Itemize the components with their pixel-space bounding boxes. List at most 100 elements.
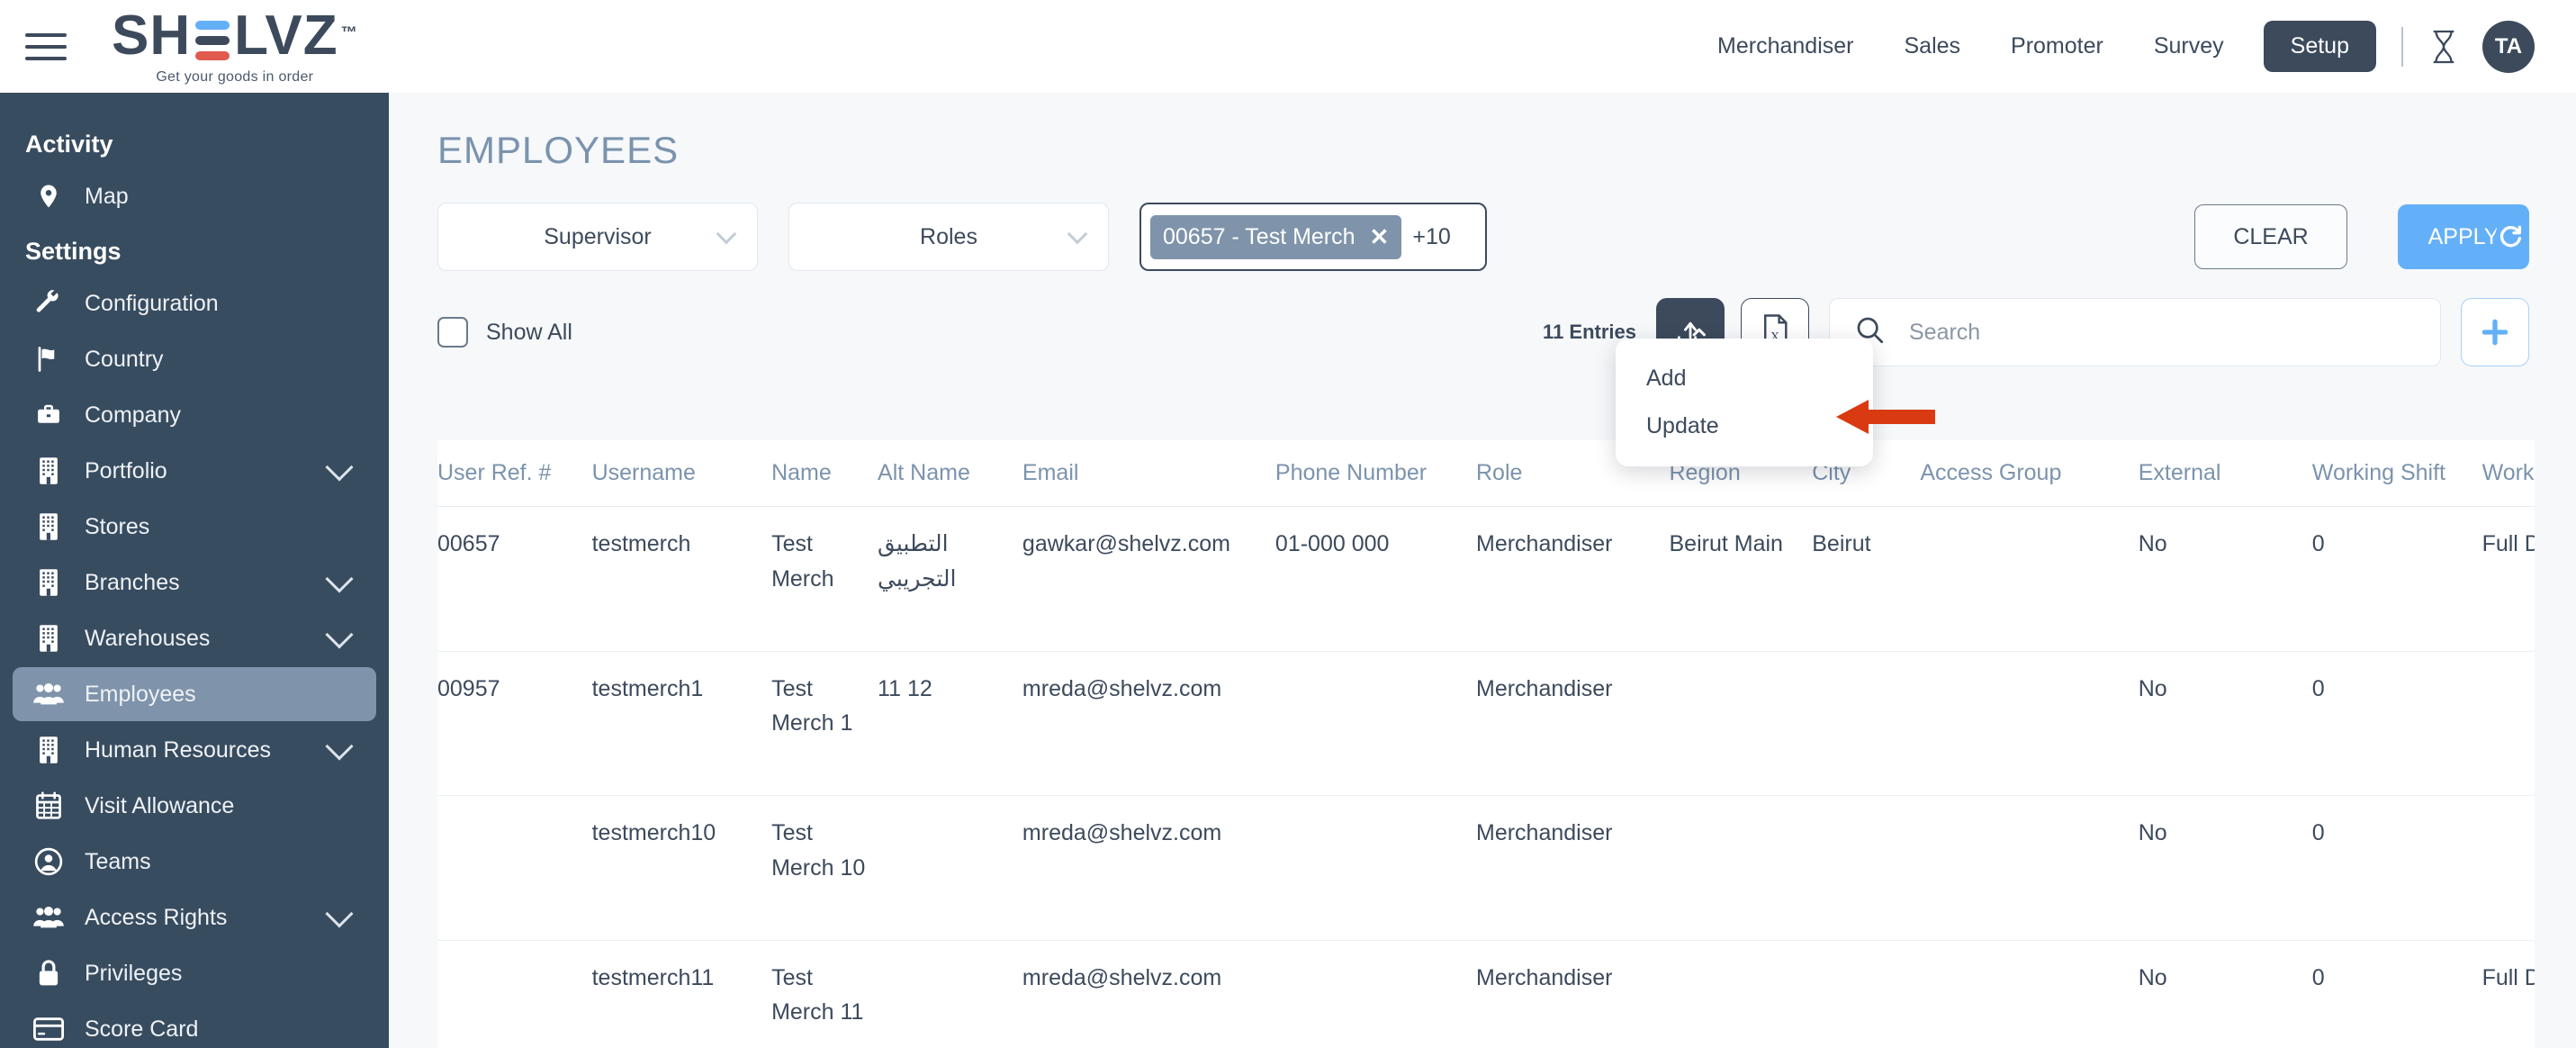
cell-phone: 01-000 000 [1275,507,1476,652]
column-header[interactable]: Working Shift [2312,440,2482,507]
sidebar-item-country[interactable]: Country [13,332,376,386]
column-header[interactable]: Email [1022,440,1275,507]
cell-shift [2482,651,2535,796]
table-row[interactable]: 00657testmerchTest Merchالتطبيق التجريبي… [437,507,2535,652]
sidebar-item-label: Human Resources [85,737,329,763]
dropdown-item-update[interactable]: Update [1616,402,1873,450]
top-navigation: Merchandiser Sales Promoter Survey Setup… [1692,21,2576,73]
cell-ext_num: 0 [2312,796,2482,941]
lock-icon [27,959,70,988]
roles-select[interactable]: Roles [788,203,1109,271]
chevron-down-icon[interactable] [325,732,353,760]
selected-chip: 00657 - Test Merch ✕ [1150,215,1401,259]
cell-region: Beirut Main [1670,507,1813,652]
cell-city [1812,651,1920,796]
refresh-icon[interactable] [2493,219,2529,255]
chip-label: 00657 - Test Merch [1163,224,1356,250]
people-icon [27,905,70,930]
cell-shift [2482,796,2535,941]
chip-overflow-count: +10 [1412,224,1450,250]
cell-ref [437,940,592,1048]
user-avatar[interactable]: TA [2482,21,2535,73]
sidebar-item-map[interactable]: Map [13,169,376,223]
cell-region [1670,796,1813,941]
sidebar-item-label: Teams [85,849,362,875]
cell-city [1812,796,1920,941]
cell-username: testmerch10 [592,796,771,941]
chevron-down-icon[interactable] [325,620,353,648]
add-employee-button[interactable] [2461,298,2529,366]
search-input[interactable] [1909,320,2440,346]
table-toolbar: Show All 11 Entries X [389,271,2576,366]
map-pin-icon [27,183,70,210]
show-all-label: Show All [486,320,572,346]
chevron-down-icon[interactable] [325,453,353,481]
sidebar-item-warehouses[interactable]: Warehouses [13,611,376,665]
column-header[interactable]: Working Days [2482,440,2535,507]
hourglass-icon[interactable] [2428,29,2459,65]
sidebar-item-access-rights[interactable]: Access Rights [13,890,376,944]
roles-select-label: Roles [920,224,977,250]
table-row[interactable]: 00957testmerch1Test Merch 111 12mreda@sh… [437,651,2535,796]
sidebar-item-label: Stores [85,514,362,540]
sidebar-item-label: Access Rights [85,905,329,931]
show-all-checkbox-row[interactable]: Show All [437,317,572,348]
sidebar-item-teams[interactable]: Teams [13,835,376,889]
chip-remove-icon[interactable]: ✕ [1370,223,1390,251]
import-dropdown-menu[interactable]: AddUpdate [1616,339,1873,466]
chevron-down-icon[interactable] [325,899,353,927]
dropdown-item-add[interactable]: Add [1616,355,1873,402]
sidebar-item-human-resources[interactable]: Human Resources [13,723,376,777]
cell-region [1670,651,1813,796]
building-icon [27,568,70,597]
column-header[interactable]: Alt Name [878,440,1022,507]
sidebar-item-label: Branches [85,570,329,596]
table-row[interactable]: testmerch10Test Merch 10mreda@shelvz.com… [437,796,2535,941]
building-icon [27,624,70,653]
column-header[interactable]: Access Group [1920,440,2138,507]
column-header[interactable]: External [2139,440,2312,507]
brand-wordmark: SH LVZ ™ [112,8,358,64]
cell-phone [1275,940,1476,1048]
trademark-symbol: ™ [341,24,358,41]
building-icon [27,512,70,541]
search-box[interactable] [1829,298,2441,366]
column-header[interactable]: Phone Number [1275,440,1476,507]
nav-sales[interactable]: Sales [1878,33,1986,59]
nav-setup-active[interactable]: Setup [2264,21,2376,72]
chevron-down-icon [1067,224,1088,245]
employees-table: User Ref. #UsernameNameAlt NameEmailPhon… [437,440,2535,1048]
brand-logo[interactable]: SH LVZ ™ Get your goods in order [112,8,358,86]
sidebar-item-score-card[interactable]: Score Card [13,1002,376,1048]
employee-multiselect[interactable]: 00657 - Test Merch ✕ +10 [1139,203,1487,271]
sidebar-item-privileges[interactable]: Privileges [13,946,376,1000]
hamburger-menu-icon[interactable] [25,27,74,67]
nav-promoter[interactable]: Promoter [1986,33,2129,59]
sidebar-item-branches[interactable]: Branches [13,556,376,610]
building-icon [27,736,70,764]
show-all-checkbox[interactable] [437,317,468,348]
clear-button[interactable]: CLEAR [2194,204,2347,269]
cell-email: gawkar@shelvz.com [1022,507,1275,652]
nav-merchandiser[interactable]: Merchandiser [1692,33,1878,59]
sidebar-item-visit-allowance[interactable]: Visit Allowance [13,779,376,833]
column-header[interactable]: Username [592,440,771,507]
sidebar-item-configuration[interactable]: Configuration [13,276,376,330]
employees-table-container[interactable]: User Ref. #UsernameNameAlt NameEmailPhon… [437,440,2535,1048]
column-header[interactable]: User Ref. # [437,440,592,507]
column-header[interactable]: Name [771,440,878,507]
sidebar-item-label: Country [85,347,362,373]
chevron-down-icon[interactable] [325,565,353,592]
nav-survey[interactable]: Survey [2129,33,2249,59]
sidebar-item-employees[interactable]: Employees [13,667,376,721]
cell-role: Merchandiser [1476,507,1670,652]
sidebar-item-company[interactable]: Company [13,388,376,442]
sidebar-item-label: Portfolio [85,458,329,484]
sidebar-item-portfolio[interactable]: Portfolio [13,444,376,498]
cell-name: Test Merch 10 [771,796,878,941]
supervisor-select[interactable]: Supervisor [437,203,758,271]
cell-alt: 11 12 [878,651,1022,796]
table-row[interactable]: testmerch11Test Merch 11mreda@shelvz.com… [437,940,2535,1048]
sidebar-item-stores[interactable]: Stores [13,500,376,554]
sidebar-group-title: Activity [0,118,389,167]
